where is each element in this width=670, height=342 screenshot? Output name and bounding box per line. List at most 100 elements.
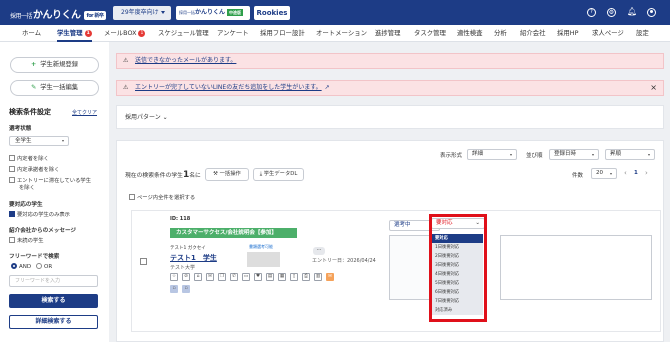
checkbox-label: エントリーに滞在している学生 <box>17 178 91 184</box>
bulk-edit-button[interactable]: ✎ 学生一括編集 <box>10 80 99 96</box>
sort-label: 並び順 <box>526 153 543 159</box>
alert-line-entry[interactable]: ⚠ エントリーが完了していないLINEの友だち追加をした学生がいます。 ↗ × <box>116 80 664 96</box>
phone-icon[interactable]: ✆ <box>230 273 238 281</box>
nav-progress[interactable]: 進捗管理 <box>375 25 401 42</box>
ad-banner-rookies[interactable]: Rookies <box>254 6 290 20</box>
new-student-button[interactable]: + 学生新規登録 <box>10 57 99 73</box>
nav-survey[interactable]: アンケート <box>217 25 249 42</box>
star-icon[interactable]: ☆ <box>170 273 178 281</box>
flow-button[interactable]: ... <box>313 246 325 255</box>
warning-icon: ⚠ <box>123 84 129 91</box>
agency-message-label: 紹介会社からのメッセージ <box>9 228 77 234</box>
tag-icon[interactable]: ⌂ <box>194 273 202 281</box>
student-list-panel: 表示形式 詳細 並び順 登録日時 昇順 現在の検索条件の学生1名に ⚒ 一括操作… <box>116 140 664 342</box>
document-link[interactable]: 書類選考可能 <box>249 244 273 250</box>
checkbox-icon <box>9 166 15 172</box>
block-icon[interactable]: ⊘ <box>182 273 190 281</box>
student-dl-button[interactable]: ⤓ 学生データDL <box>253 168 304 181</box>
user-icon[interactable] <box>647 8 656 17</box>
bulk-edit-label: 学生一括編集 <box>40 84 79 91</box>
nav-student-management[interactable]: 学生管理 1 <box>57 25 92 42</box>
settings-icon[interactable]: ⚙ <box>607 8 616 17</box>
count-prefix: 現在の検索条件の学生 <box>125 173 183 179</box>
row-checkbox[interactable] <box>140 258 147 265</box>
alert-text[interactable]: エントリーが完了していないLINEの友だち追加をした学生がいます。 <box>135 84 322 91</box>
unread-checkbox[interactable]: 未読の学生 <box>9 237 44 245</box>
event-bar: カスタマーサクセス/会社説明会【参加】 <box>170 228 297 238</box>
display-format-select[interactable]: 詳細 <box>467 149 517 160</box>
order-select[interactable]: 昇順 <box>605 149 655 160</box>
checkbox-icon <box>9 155 15 161</box>
nav-label: 採用HP <box>557 29 579 37</box>
orange-action-icon[interactable]: ✉ <box>326 273 334 281</box>
checkbox-label: 内定承諾者を除く <box>17 167 60 173</box>
status-select[interactable]: 全学生 <box>9 136 69 146</box>
app-logo[interactable]: 採用一括かんりくん for 新卒 <box>10 6 107 21</box>
detail-search-button[interactable]: 詳細検索する <box>9 315 98 329</box>
mail-icon[interactable]: ✉ <box>206 273 214 281</box>
checkbox-label: ページ内全件を選択する <box>137 195 196 201</box>
select-all-checkbox[interactable]: ページ内全件を選択する <box>129 194 195 202</box>
nav-settings[interactable]: 設定 <box>636 25 649 42</box>
nav-label: タスク管理 <box>414 29 446 37</box>
nav-job-page[interactable]: 求人ページ <box>592 25 624 42</box>
next-page-icon[interactable]: › <box>645 169 648 177</box>
nav-analysis[interactable]: 分析 <box>494 25 507 42</box>
bulk-action-button[interactable]: ⚒ 一括操作 <box>205 168 249 181</box>
checkbox-checked-icon <box>9 211 15 217</box>
ad-banner-main: かんりくん <box>195 9 226 16</box>
pattern-label: 採用パターン <box>125 114 161 121</box>
nav-recruit-hp[interactable]: 採用HP <box>557 25 578 42</box>
top-bar: 採用一括かんりくん for 新卒 29年度卒向け 採用一括かんりくん 中途版 Roo… <box>0 0 670 25</box>
nav-label: 適性検査 <box>457 29 483 37</box>
print-icon[interactable]: ⎙ <box>302 273 310 281</box>
alert-mail-failed[interactable]: ⚠ 送信できなかったメールがあります。 <box>116 53 664 69</box>
search-button[interactable]: 検索する <box>9 294 98 308</box>
pattern-panel: 採用パターン ⌄ <box>116 105 664 129</box>
nav-schedule[interactable]: スケジュール管理 <box>158 25 209 42</box>
clear-all-link[interactable]: 全てクリア <box>72 109 97 116</box>
nav-flow-design[interactable]: 採用フロー設計 <box>260 25 305 42</box>
nav-automation[interactable]: オートメーション <box>316 25 367 42</box>
exclude-accepted-checkbox[interactable]: 内定承諾者を除く <box>9 166 59 174</box>
or-radio[interactable]: OR <box>36 263 52 270</box>
chevron-down-icon: ⌄ <box>162 114 168 121</box>
notification-icon[interactable]: 🔔︎ <box>627 7 637 17</box>
file-icon[interactable]: ▯ <box>290 273 298 281</box>
checkbox-label-line2: を除く <box>19 185 35 191</box>
sort-select[interactable]: 登録日時 <box>549 149 599 160</box>
chat-icon[interactable]: ▭ <box>242 273 250 281</box>
exclude-entry-checkbox[interactable]: エントリーに滞在している学生 を除く <box>9 177 91 192</box>
calendar-icon[interactable]: ▦ <box>278 273 286 281</box>
freeword-input[interactable]: フリーワードを入力 <box>9 275 98 287</box>
action-needed-checkbox[interactable]: 要対応の学生のみ表示 <box>9 211 70 219</box>
page-count-select[interactable]: 20 <box>591 168 617 179</box>
year-selector[interactable]: 29年度卒向け <box>113 6 171 20</box>
student-name[interactable]: テスト1 学生 <box>170 253 217 263</box>
blue-action-icon-2[interactable]: ▫ <box>182 285 190 293</box>
page-number[interactable]: 1 <box>634 170 638 176</box>
and-radio[interactable]: AND <box>11 263 31 270</box>
blue-action-icon-1[interactable]: ▫ <box>170 285 178 293</box>
exclude-offer-checkbox[interactable]: 内定者を除く <box>9 155 49 163</box>
close-icon[interactable]: × <box>650 81 657 95</box>
new-student-label: 学生新規登録 <box>40 61 79 68</box>
pattern-select[interactable]: 採用パターン ⌄ <box>125 112 168 121</box>
chart-icon[interactable]: ▥ <box>314 273 322 281</box>
logo-text: かんりくん <box>33 10 81 21</box>
document-icon[interactable]: ▤ <box>266 273 274 281</box>
highlight-frame <box>429 214 487 322</box>
prev-page-icon[interactable]: ‹ <box>624 169 627 177</box>
alert-text[interactable]: 送信できなかったメールがあります。 <box>135 57 236 64</box>
ad-banner-chuto[interactable]: 採用一括かんりくん 中途版 <box>176 6 250 20</box>
help-icon[interactable]: ? <box>587 8 596 17</box>
like-icon[interactable]: ♥ <box>254 273 262 281</box>
memo-area[interactable] <box>500 235 652 300</box>
nav-agency[interactable]: 紹介会社 <box>520 25 546 42</box>
nav-home[interactable]: ホーム <box>22 25 41 42</box>
nav-mailbox[interactable]: メールBOX 1 <box>104 25 146 42</box>
entry-date: エントリー日：2026/04/24 <box>312 258 376 264</box>
nav-task[interactable]: タスク管理 <box>414 25 446 42</box>
nav-aptitude[interactable]: 適性検査 <box>457 25 483 42</box>
copy-icon[interactable]: ❐ <box>218 273 226 281</box>
